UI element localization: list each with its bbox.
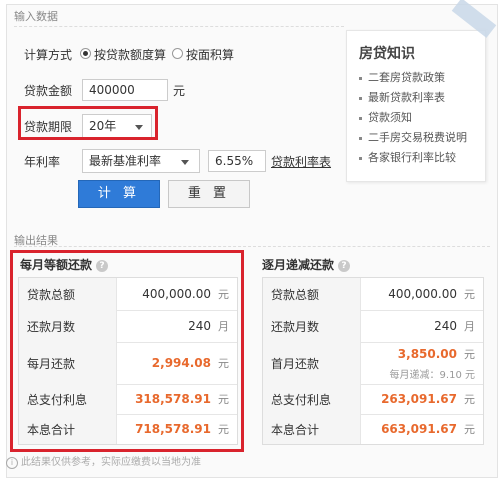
reset-button[interactable]: 重 置 <box>168 180 250 208</box>
bullet-icon <box>359 76 362 80</box>
table-row: 本息合计 663,091.67 元 <box>263 414 483 444</box>
divider <box>14 246 490 247</box>
decreasing-title: 逐月递减还款? <box>262 256 351 273</box>
knowledge-link-3[interactable]: 二手房交易税费说明 <box>359 129 467 145</box>
knowledge-card: 房贷知识 二套房贷款政策 最新贷款利率表 贷款须知 二手房交易税费说明 各家银行… <box>346 30 486 182</box>
calc-method-label: 计算方式 <box>24 48 73 62</box>
annual-rate-label: 年利率 <box>24 155 61 169</box>
annual-rate-type: 最新基准利率 <box>89 154 162 168</box>
loan-amount-unit: 元 <box>173 84 186 98</box>
loan-amount-input[interactable]: 400000 <box>82 79 168 101</box>
table-row: 还款月数 240 月 <box>263 310 483 343</box>
calculate-button[interactable]: 计 算 <box>78 180 160 208</box>
table-row: 贷款总额 400,000.00 元 <box>263 278 483 311</box>
footer-note: i 此结果仅供参考，实际应缴费以当地为准 <box>6 453 201 469</box>
calc-method-radio-area[interactable] <box>172 48 183 59</box>
calc-method-option-amount[interactable]: 按贷款额度算 <box>94 46 166 63</box>
annual-rate-select[interactable]: 最新基准利率 <box>82 149 200 173</box>
table-row: 首月还款 3,850.00 元 每月递减：9.10 元 <box>263 342 483 385</box>
bullet-icon <box>359 156 362 160</box>
calc-method-radio-amount[interactable] <box>80 48 91 59</box>
annual-rate-input[interactable]: 6.55% <box>208 150 266 172</box>
table-row: 总支付利息 263,091.67 元 <box>263 384 483 415</box>
monthly-decrease-note: 每月递减：9.10 元 <box>389 370 475 381</box>
loan-amount-label: 贷款金额 <box>24 84 73 98</box>
chevron-down-icon <box>181 160 189 165</box>
bullet-icon <box>359 116 362 120</box>
calc-method-option-area[interactable]: 按面积算 <box>186 46 234 63</box>
bullet-icon <box>359 136 362 140</box>
knowledge-link-2[interactable]: 贷款须知 <box>359 109 412 125</box>
decreasing-table: 贷款总额 400,000.00 元 还款月数 240 月 首月还款 3,850.… <box>262 277 484 445</box>
knowledge-card-title: 房贷知识 <box>359 46 415 62</box>
knowledge-link-1[interactable]: 最新贷款利率表 <box>359 89 445 105</box>
input-section-title: 输入数据 <box>14 10 58 23</box>
rate-table-link[interactable]: 贷款利率表 <box>271 153 331 170</box>
equal-installment-highlight <box>10 250 244 452</box>
help-icon[interactable]: ? <box>338 259 351 272</box>
knowledge-link-4[interactable]: 各家银行利率比较 <box>359 149 456 165</box>
bullet-icon <box>359 96 362 100</box>
info-icon: i <box>6 457 18 469</box>
loan-term-highlight <box>18 106 158 140</box>
knowledge-link-0[interactable]: 二套房贷款政策 <box>359 69 445 85</box>
divider <box>14 26 344 27</box>
